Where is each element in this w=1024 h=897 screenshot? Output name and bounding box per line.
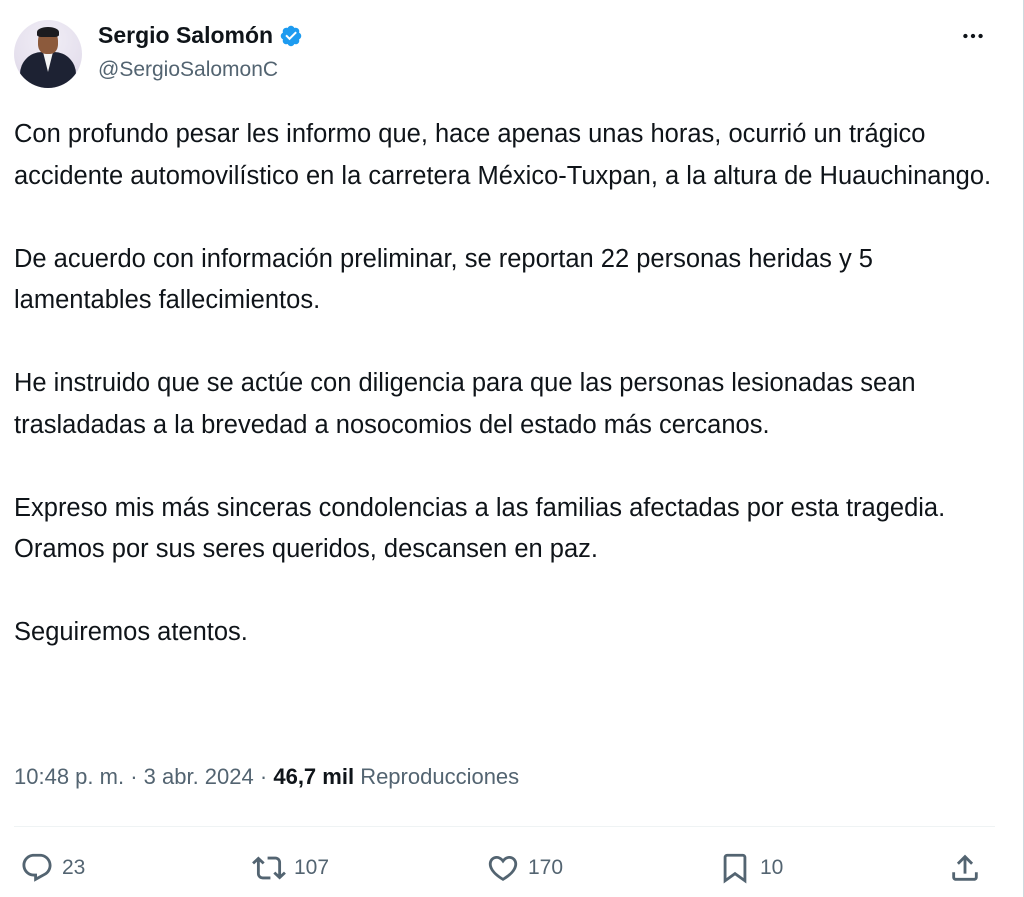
tweet-paragraph: Con profundo pesar les informo que, hace…: [14, 120, 992, 190]
name-row: Sergio Salomón: [98, 22, 303, 49]
like-button[interactable]: 170: [486, 846, 563, 890]
repost-count: 107: [294, 856, 330, 879]
views-count: 46,7 mil: [273, 764, 355, 789]
like-count: 170: [528, 856, 564, 879]
heart-icon: [486, 851, 520, 885]
reply-count: 23: [62, 856, 86, 879]
tweet-paragraph: De acuerdo con información preliminar, s…: [14, 244, 873, 315]
share-button[interactable]: [948, 846, 982, 890]
views-label: Reproducciones: [360, 764, 520, 789]
display-name[interactable]: Sergio Salomón: [98, 22, 273, 49]
more-options-icon[interactable]: [955, 22, 991, 50]
tweet-time[interactable]: 10:48 p. m.: [14, 764, 124, 789]
tweet-meta: 10:48 p. m. · 3 abr. 2024 · 46,7 mil Rep…: [14, 764, 519, 790]
verified-badge-icon[interactable]: [279, 24, 303, 48]
divider: [14, 826, 995, 827]
repost-button[interactable]: 107: [252, 846, 329, 890]
avatar[interactable]: [14, 20, 82, 88]
tweet-text: Con profundo pesar les informo que, hace…: [14, 114, 1004, 654]
user-handle[interactable]: @SergioSalomonC: [98, 58, 278, 82]
reply-button[interactable]: 23: [20, 846, 85, 890]
tweet-paragraph: Expreso mis más sinceras condolencias a …: [14, 493, 946, 564]
tweet-date[interactable]: 3 abr. 2024: [144, 764, 254, 789]
reply-icon: [20, 851, 54, 885]
bookmark-count: 10: [760, 856, 784, 879]
tweet-paragraph: He instruido que se actúe con diligencia…: [14, 369, 916, 439]
avatar-hair: [37, 27, 59, 37]
tweet-paragraph: Seguiremos atentos.: [14, 618, 248, 646]
tweet-header: Sergio Salomón @SergioSalomonC: [14, 20, 999, 90]
action-bar: 23 107 170 10: [0, 846, 1024, 890]
bookmark-button[interactable]: 10: [718, 846, 783, 890]
meta-separator: ·: [130, 764, 138, 789]
repost-icon: [252, 851, 286, 885]
share-icon: [948, 851, 982, 885]
bookmark-icon: [718, 851, 752, 885]
meta-separator: ·: [259, 764, 268, 789]
tweet-card: Sergio Salomón @SergioSalomonC Con profu…: [0, 0, 1024, 897]
